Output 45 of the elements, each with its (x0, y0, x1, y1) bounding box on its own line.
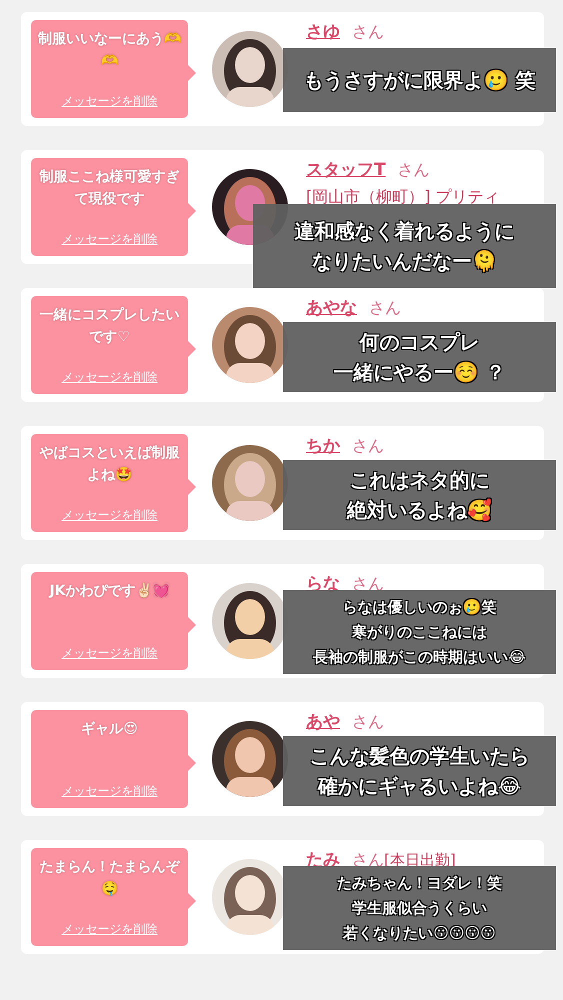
store-name: [岡山市（柳町）] プリティ (306, 187, 500, 208)
message-text: ギャル😍 (81, 720, 138, 739)
honorific: さん (352, 22, 384, 43)
caption-text: たみちゃん！ヨダレ！笑 (337, 873, 502, 894)
delete-message-link[interactable]: メッセージを削除 (62, 369, 158, 386)
delete-message-link[interactable]: メッセージを削除 (62, 921, 158, 938)
message-text: 一緒にコスプレしたいです♡ (38, 306, 180, 347)
sender-name-link[interactable]: さゆ (306, 20, 340, 43)
caption-text: 一緒にやるー☺ ？ (334, 359, 506, 385)
caption-text: 長袖の制服がこの時期はいい😂 (313, 647, 526, 668)
caption-text: 若くなりたい😗😗😗😗 (343, 923, 496, 944)
caption-text: 違和感なく着れるように (294, 218, 514, 244)
honorific: さん (398, 160, 430, 181)
sender-name-link[interactable]: スタッフT (306, 158, 386, 181)
delete-message-link[interactable]: メッセージを削除 (62, 645, 158, 662)
honorific: さん (369, 298, 401, 319)
caption-text: なりたいんだなー🫠 (312, 248, 497, 274)
caption-text: 寒がりのここねには (352, 622, 487, 643)
caption-text: 学生服似合うくらい (352, 898, 487, 919)
honorific: さん (352, 436, 384, 457)
honorific: さん (352, 574, 384, 595)
caption-text: こんな髪色の学生いたら (310, 743, 530, 769)
caption-text: 確かにギャるいよね😂 (318, 773, 522, 799)
caption-text: これはネタ的に (350, 467, 490, 493)
caption-text: 絶対いるよね🥰 (347, 497, 492, 523)
delete-message-link[interactable]: メッセージを削除 (62, 783, 158, 800)
honorific: さん (352, 850, 384, 871)
message-text: 制服ここね様可愛すぎて現役です (38, 168, 180, 209)
sender-name-link[interactable]: ちか (306, 434, 340, 457)
sender-name-link[interactable]: らな (306, 572, 340, 595)
message-text: やばコスといえば制服よね🤩 (38, 444, 180, 485)
status-tag: [本日出勤] (384, 851, 456, 870)
caption-text: 何のコスプレ (360, 329, 480, 355)
caption-text: らなは優しいのぉ🥲笑 (342, 597, 496, 618)
delete-message-link[interactable]: メッセージを削除 (62, 93, 158, 110)
caption-text: もうさすがに限界よ🥲 笑 (304, 67, 536, 93)
sender-name-link[interactable]: あやな (306, 296, 357, 319)
delete-message-link[interactable]: メッセージを削除 (62, 507, 158, 524)
honorific: さん (352, 712, 384, 733)
delete-message-link[interactable]: メッセージを削除 (62, 231, 158, 248)
sender-name-link[interactable]: たみ (306, 848, 340, 871)
sender-name-link[interactable]: あや (306, 710, 340, 733)
message-text: たまらん！たまらんぞ🤤 (38, 858, 182, 899)
message-text: JKかわぴです✌🏻💓 (49, 582, 170, 601)
message-text: 制服いいなーにあう🫶🫶 (37, 30, 182, 71)
